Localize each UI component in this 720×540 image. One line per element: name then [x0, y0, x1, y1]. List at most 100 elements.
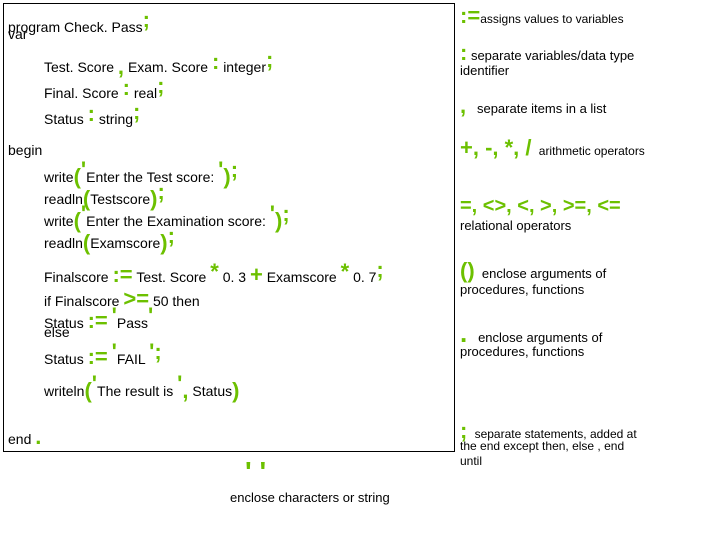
sym: ' ' [245, 456, 266, 487]
code-line-15: Status := 'FAIL '; [44, 344, 162, 370]
sym: ( [83, 230, 90, 256]
legend-comma: , separate items in a list [460, 93, 606, 119]
text: Enter the Examination score: [86, 213, 266, 229]
legend-paren2: procedures, functions [460, 282, 584, 297]
text: Examscore [90, 235, 160, 251]
sym: ) [275, 208, 282, 234]
text: begin [8, 142, 42, 158]
sym: + [250, 262, 263, 288]
legend-paren: () enclose arguments of [460, 258, 606, 284]
sym: ; [266, 47, 273, 73]
sym: ' [92, 371, 97, 397]
code-line-14: else [44, 324, 70, 340]
text: 0. 7 [353, 269, 376, 285]
legend-semi2: the end except then, else , end [460, 438, 624, 453]
text: else [44, 324, 70, 340]
sym: := [112, 262, 132, 288]
text: if Finalscore [44, 293, 119, 309]
text: Exam. Score [128, 59, 208, 75]
text: assigns values to variables [480, 12, 623, 26]
sym: , [182, 378, 188, 404]
text: integer [223, 59, 266, 75]
sym: ( [84, 378, 91, 404]
sym: ; [282, 201, 289, 227]
text: Test. Score [136, 269, 206, 285]
legend-colon2: identifier [460, 63, 509, 78]
sym: ; [133, 99, 140, 125]
code-line-5: Status : string; [44, 104, 140, 130]
legend-dot2: procedures, functions [460, 344, 584, 359]
text: enclose characters or string [230, 490, 390, 505]
sym: ' [112, 303, 117, 329]
text: string [99, 111, 133, 127]
text: procedures, functions [460, 344, 584, 359]
text: var [8, 26, 27, 42]
text: Enter the Test score: [86, 169, 214, 185]
sym: := [88, 344, 108, 370]
sym: ; [376, 257, 383, 283]
text: Pass [117, 315, 148, 331]
sym: ) [223, 164, 230, 190]
sym: +, -, *, / [460, 135, 532, 160]
sym: ) [232, 378, 239, 404]
text: the end except then, else , end [460, 439, 624, 453]
sym: * [341, 259, 350, 285]
code-line-16: writeln('The result is ', Status) [44, 376, 239, 402]
text: write [44, 213, 74, 229]
sym: , [460, 93, 466, 118]
text: end [8, 431, 31, 447]
code-line-1: program Check. Pass; [8, 12, 150, 38]
text: Status [44, 351, 84, 367]
text: Status [44, 111, 84, 127]
sym: := [460, 3, 480, 28]
code-line-11: Finalscore := Test. Score * 0. 3 + Exams… [44, 262, 384, 288]
sym: : [212, 49, 219, 75]
legend-semi3: until [460, 453, 482, 468]
text: writeln [44, 383, 84, 399]
text: procedures, functions [460, 282, 584, 297]
text: Finalscore [44, 269, 109, 285]
sym: ; [154, 339, 161, 365]
sym: ' [112, 339, 117, 365]
sym: ; [157, 73, 164, 99]
text: identifier [460, 63, 509, 78]
sym: ; [231, 157, 238, 183]
legend-assign: :=assigns values to variables [460, 3, 624, 29]
legend-quote-sym: ' ' [245, 456, 266, 488]
sym: =, <>, <, >, >=, <= [460, 195, 621, 217]
legend-rel2: relational operators [460, 218, 571, 233]
code-line-10: readln(Examscore); [44, 228, 175, 254]
sym: * [210, 259, 219, 285]
text: Status [192, 383, 232, 399]
text: relational operators [460, 218, 571, 233]
sym: () [460, 258, 475, 283]
sym: : [123, 75, 130, 101]
sym: ; [158, 179, 165, 205]
legend-quote-txt: enclose characters or string [230, 490, 390, 505]
text: enclose arguments of [482, 266, 606, 281]
text: write [44, 169, 74, 185]
text: arithmetic operators [539, 144, 645, 158]
sym: ' [81, 201, 86, 227]
sym: ' [148, 303, 153, 329]
text: readln [44, 191, 83, 207]
text: Test. Score [44, 59, 114, 75]
page: program Check. Pass; var Test. Score , E… [0, 0, 720, 540]
text: Testscore [90, 191, 150, 207]
text: separate items in a list [477, 101, 606, 116]
sym: ; [143, 7, 150, 33]
text: until [460, 454, 482, 468]
text: FAIL [117, 351, 145, 367]
code-line-4: Final. Score : real; [44, 78, 165, 104]
sym: := [88, 308, 108, 334]
sym: . [35, 424, 41, 450]
text: The result is [97, 383, 173, 399]
text: readln [44, 235, 83, 251]
text: enclose arguments of [478, 330, 602, 345]
text: 50 then [153, 293, 200, 309]
sym: ' [81, 157, 86, 183]
text: Final. Score [44, 85, 119, 101]
code-box: program Check. Pass; var Test. Score , E… [3, 3, 455, 452]
text: Examscore [267, 269, 337, 285]
text: 0. 3 [223, 269, 246, 285]
